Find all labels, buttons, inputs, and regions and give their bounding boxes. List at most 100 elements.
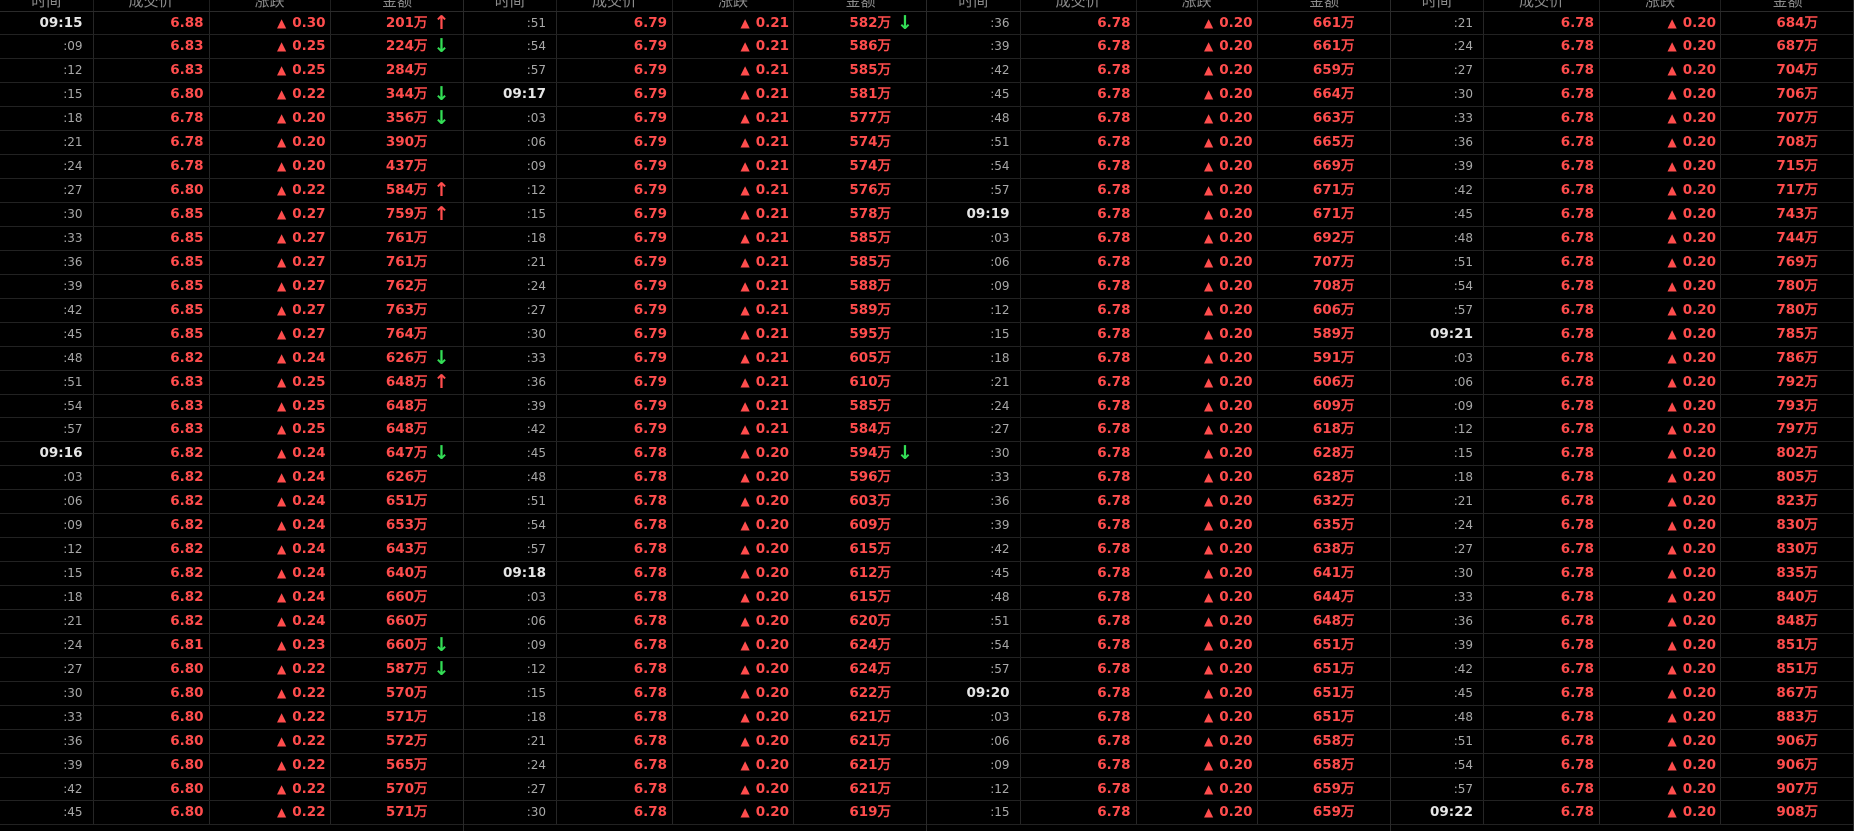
tick-price: 6.78 — [557, 633, 673, 657]
tick-row: :06 6.78 ▲ 0.20 707万 — [927, 250, 1390, 275]
tick-price: 6.78 — [1484, 562, 1600, 585]
tick-change: ▲ 0.21 — [673, 179, 794, 202]
tick-price: 6.79 — [557, 418, 673, 442]
tick-amount: 907万 — [1721, 778, 1854, 801]
tick-amount: 802万 — [1721, 442, 1854, 465]
tick-time: :03 — [464, 586, 557, 609]
tick-amount-value: 651万 — [385, 493, 428, 510]
tick-time: :15 — [464, 203, 557, 226]
tick-price: 6.80 — [94, 681, 210, 705]
up-triangle-icon: ▲ — [276, 302, 287, 317]
header-time: 时间 — [927, 0, 1021, 11]
up-triangle-icon: ▲ — [740, 733, 750, 748]
tick-price: 6.79 — [557, 346, 673, 370]
up-triangle-icon: ▲ — [276, 87, 287, 102]
tick-change-value: 0.20 — [1219, 804, 1253, 821]
tick-row: :48 6.78 ▲ 0.20 663万 — [927, 107, 1390, 132]
tick-row: :21 6.78 ▲ 0.20 684万 — [1390, 11, 1853, 36]
tick-row: :51 6.78 ▲ 0.20 769万 — [1390, 250, 1853, 275]
tick-amount-value: 574万 — [849, 158, 891, 175]
up-triangle-icon: ▲ — [1667, 733, 1677, 748]
tick-change-value: 0.20 — [1219, 182, 1253, 199]
tick-row: :09 6.78 ▲ 0.20 624万 — [463, 633, 926, 658]
tick-amount: 591万 — [1258, 347, 1391, 370]
tick-price: 6.79 — [557, 226, 673, 250]
tick-amount: 584万 — [794, 418, 927, 441]
tick-row: :21 6.79 ▲ 0.21 585万 — [463, 250, 926, 275]
tick-change-value: 0.20 — [1219, 493, 1253, 510]
tick-price: 6.83 — [94, 59, 210, 83]
up-triangle-icon: ▲ — [740, 805, 750, 820]
tick-row: :15 6.79 ▲ 0.21 578万 — [463, 203, 926, 227]
tick-change: ▲ 0.20 — [1600, 586, 1721, 609]
tick-time: :54 — [1391, 753, 1484, 777]
tick-change-value: 0.20 — [755, 517, 789, 534]
up-triangle-icon: ▲ — [740, 590, 750, 604]
tick-change-value: 0.20 — [1219, 14, 1253, 31]
tick-amount: 344万 ↓ — [331, 83, 464, 106]
tick-change-value: 0.20 — [1682, 660, 1716, 677]
tick-amount: 759万 ↑ — [331, 203, 464, 226]
tick-amount-value: 704万 — [1776, 62, 1818, 79]
up-triangle-icon: ▲ — [1203, 661, 1214, 676]
tick-row: :09 6.82 ▲ 0.24 653万 — [0, 514, 463, 539]
tick-change: ▲ 0.21 — [673, 11, 794, 35]
up-triangle-icon: ▲ — [740, 183, 750, 198]
down-arrow-icon: ↓ — [433, 657, 450, 680]
tick-row: :30 6.78 ▲ 0.20 835万 — [1390, 562, 1853, 586]
tick-change: ▲ 0.20 — [1600, 274, 1721, 298]
tick-change: ▲ 0.20 — [1600, 179, 1721, 202]
tick-time: :54 — [464, 35, 557, 59]
tick-price: 6.78 — [1021, 418, 1137, 442]
tick-change-value: 0.20 — [1219, 517, 1253, 534]
tick-amount: 640万 — [331, 562, 464, 585]
tick-change: ▲ 0.20 — [210, 131, 331, 155]
tick-time: :27 — [0, 657, 94, 681]
tick-amount-value: 621万 — [849, 756, 891, 773]
tick-change: ▲ 0.20 — [673, 657, 794, 681]
tick-amount: 763万 — [331, 299, 464, 322]
tick-amount-value: 284万 — [385, 62, 428, 79]
tick-change: ▲ 0.20 — [1137, 633, 1258, 657]
tick-change: ▲ 0.20 — [1600, 705, 1721, 729]
tick-change-value: 0.21 — [755, 229, 789, 246]
tick-amount: 651万 — [1258, 706, 1391, 729]
tick-change-value: 0.20 — [755, 469, 789, 486]
tick-change: ▲ 0.20 — [1137, 705, 1258, 729]
up-triangle-icon: ▲ — [1203, 685, 1214, 700]
up-triangle-icon: ▲ — [276, 661, 287, 676]
tick-change-value: 0.21 — [755, 206, 789, 222]
tick-price: 6.78 — [1021, 250, 1137, 274]
tick-time: :21 — [464, 250, 557, 274]
up-triangle-icon: ▲ — [1203, 374, 1214, 389]
tick-row: :24 6.78 ▲ 0.20 609万 — [927, 394, 1390, 419]
tick-change: ▲ 0.20 — [673, 609, 794, 633]
tick-time: :39 — [464, 394, 557, 418]
tick-time: :45 — [1391, 681, 1484, 705]
tick-change-value: 0.21 — [755, 134, 789, 151]
tick-price: 6.78 — [1484, 657, 1600, 681]
tick-rows: :21 6.78 ▲ 0.20 684万:24 6.78 ▲ 0.20 687万:27 6.78 ▲… — [1390, 11, 1854, 826]
tick-amount-value: 605万 — [849, 349, 891, 366]
tick-change-value: 0.20 — [755, 732, 789, 749]
up-triangle-icon: ▲ — [740, 709, 750, 724]
tick-time: :39 — [1391, 633, 1484, 657]
tick-change-value: 0.27 — [292, 206, 326, 222]
tick-row: :30 6.78 ▲ 0.20 706万 — [1390, 83, 1853, 108]
tick-time: :27 — [1391, 538, 1484, 562]
tick-price: 6.80 — [94, 729, 210, 753]
tick-row: :51 6.79 ▲ 0.21 582万 ↓ — [463, 11, 926, 36]
tick-row: :54 6.78 ▲ 0.20 651万 — [927, 633, 1390, 658]
tick-change-value: 0.21 — [755, 421, 789, 438]
tick-panel: 时间 成交价 涨跌 金额 09:15 6.88 ▲ 0.30 201万 ↑:09 6.83 ▲… — [0, 0, 464, 831]
tick-row: :42 6.79 ▲ 0.21 584万 — [463, 418, 927, 443]
tick-amount-value: 201万 — [385, 14, 428, 31]
tick-change-value: 0.20 — [1219, 756, 1253, 773]
tick-time: :15 — [927, 322, 1021, 346]
tick-amount-value: 585万 — [849, 62, 891, 79]
tick-row: :18 6.78 ▲ 0.20 356万 ↓ — [0, 107, 463, 132]
tick-amount-value: 624万 — [849, 636, 891, 653]
up-triangle-icon: ▲ — [276, 757, 287, 772]
tick-time: :33 — [1391, 107, 1484, 131]
tick-price: 6.78 — [1484, 370, 1600, 394]
